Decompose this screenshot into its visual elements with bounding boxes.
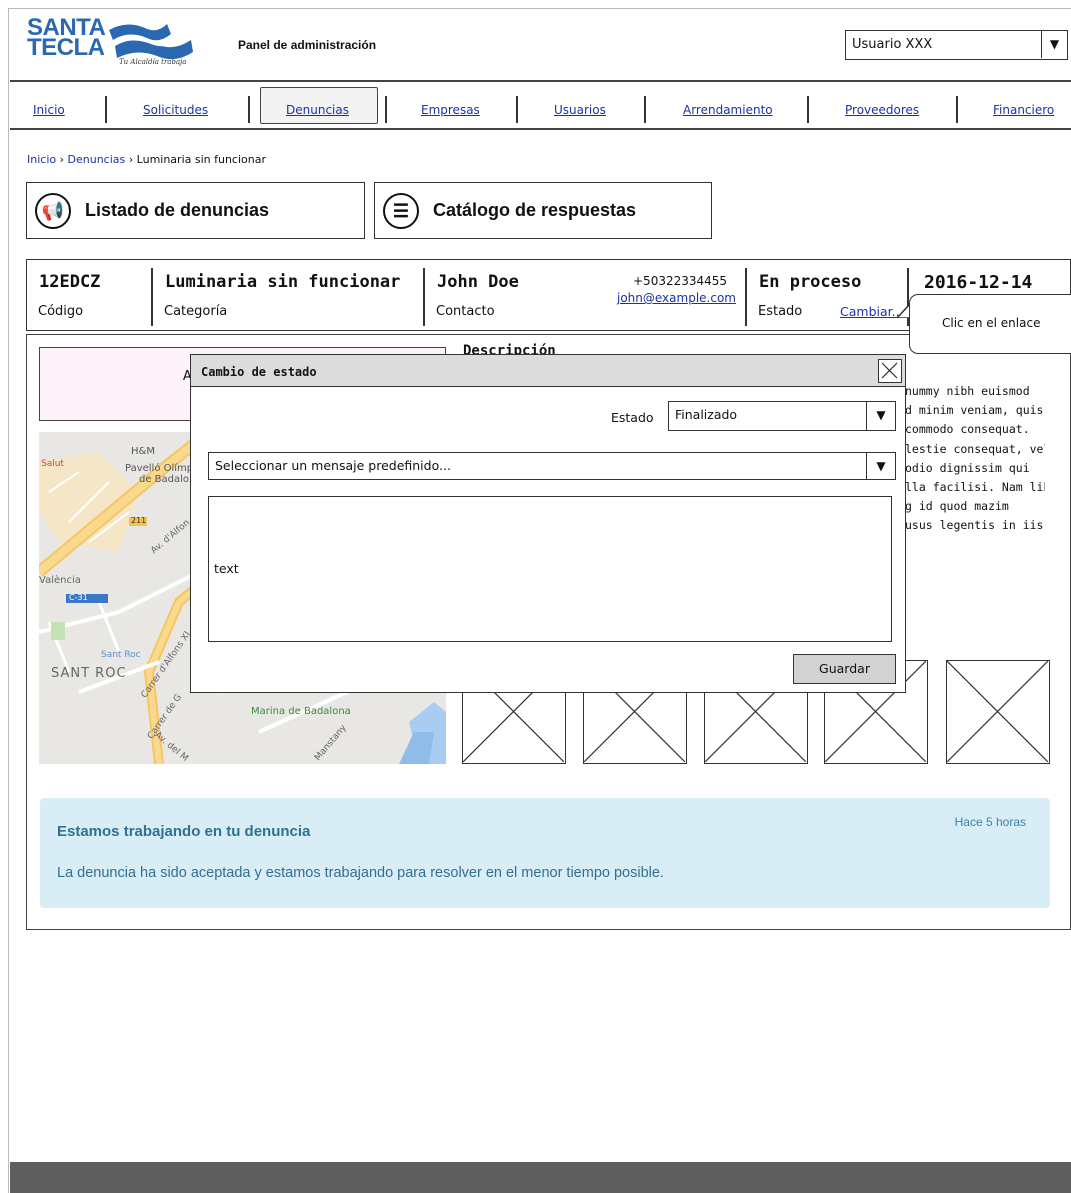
nav-divider — [10, 128, 1071, 130]
map-label-marina: Marina de Badalona — [251, 706, 351, 717]
category-label: Categoría — [164, 304, 228, 319]
summary-separator — [151, 268, 153, 326]
estado-select[interactable]: Finalizado ▼ — [668, 401, 896, 431]
status-update-alert: Estamos trabajando en tu denuncia Hace 5… — [40, 798, 1050, 908]
estado-select-value: Finalizado — [675, 407, 738, 422]
flag-icon — [109, 24, 193, 60]
breadcrumb-inicio[interactable]: Inicio — [27, 153, 56, 166]
nav-usuarios[interactable]: Usuarios — [554, 103, 606, 117]
nav-separator — [644, 96, 646, 123]
logo-tagline: Tu Alcaldía trabaja — [119, 58, 187, 66]
response-catalog-label: Catálogo de respuestas — [433, 200, 637, 220]
user-select[interactable]: Usuario XXX ▼ — [845, 30, 1068, 60]
nav-denuncias[interactable]: Denuncias — [286, 103, 349, 117]
list-complaints-button[interactable]: 📢 Listado de denuncias — [26, 182, 365, 239]
close-icon[interactable] — [878, 359, 902, 383]
code-label: Código — [38, 304, 84, 319]
map-label-sant-roc: SANT ROC — [51, 666, 127, 681]
change-status-link[interactable]: Cambiar... — [840, 304, 904, 319]
tooltip-callout: Clic en el enlace — [909, 294, 1071, 354]
nav-empresas[interactable]: Empresas — [421, 103, 480, 117]
dropdown-arrow-icon: ▼ — [866, 402, 895, 430]
map-label-salut: Salut — [41, 459, 64, 469]
user-select-value: Usuario XXX — [852, 37, 933, 52]
nav-separator — [516, 96, 518, 123]
nav-separator — [385, 96, 387, 123]
description-text: nummy nibh euismod d minim veniam, quis … — [905, 384, 1045, 533]
map-label-c31: C-31 — [69, 593, 88, 602]
nav-solicitudes[interactable]: Solicitudes — [143, 103, 208, 117]
breadcrumb: Inicio › Denuncias › Luminaria sin funci… — [27, 153, 266, 166]
message-text: text — [214, 561, 239, 576]
map-label-valencia: València — [39, 575, 81, 586]
nav-separator — [807, 96, 809, 123]
dropdown-arrow-icon: ▼ — [1041, 31, 1067, 58]
nav-proveedores[interactable]: Proveedores — [845, 103, 919, 117]
contact-phone: +50322334455 — [633, 274, 728, 288]
footer-bar — [10, 1162, 1071, 1193]
breadcrumb-separator: › — [59, 153, 65, 166]
contact-label: Contacto — [436, 304, 495, 319]
alert-time: Hace 5 horas — [954, 815, 1026, 829]
complaint-code: 12EDCZ — [39, 272, 101, 292]
map-label-211: 211 — [131, 516, 147, 525]
map-label-badalona: de Badalo — [139, 474, 190, 485]
dialog-title: Cambio de estado — [201, 365, 317, 379]
map-label-pavello: Pavelló Olímp — [125, 463, 194, 474]
response-catalog-button[interactable]: ☰ Catálogo de respuestas — [374, 182, 712, 239]
logo-wordmark: SANTA TECLA — [27, 14, 106, 61]
nav-separator — [248, 96, 250, 123]
photo-thumbnail[interactable] — [946, 660, 1050, 764]
tooltip-text: Clic en el enlace — [942, 316, 1041, 330]
santa-tecla-logo[interactable]: SANTA TECLA Tu Alcaldía trabaja — [27, 14, 197, 76]
nav-separator — [956, 96, 958, 123]
nav-separator — [105, 96, 107, 123]
save-button[interactable]: Guardar — [793, 654, 896, 684]
change-status-dialog: Cambio de estado Estado Finalizado ▼ Sel… — [190, 354, 906, 693]
nav-inicio[interactable]: Inicio — [33, 103, 65, 117]
complaint-category: Luminaria sin funcionar — [165, 272, 401, 292]
breadcrumb-current: Luminaria sin funcionar — [136, 153, 267, 166]
status-label: Estado — [758, 304, 803, 319]
contact-name: John Doe — [437, 272, 519, 292]
panel-title: Panel de administración — [238, 38, 377, 52]
summary-separator — [745, 268, 747, 326]
nav-arrendamiento[interactable]: Arrendamiento — [683, 103, 773, 117]
nav-financiero[interactable]: Financiero — [993, 103, 1054, 117]
message-textarea[interactable]: text — [208, 496, 892, 642]
contact-email[interactable]: john@example.com — [617, 291, 736, 305]
estado-label: Estado — [611, 410, 654, 425]
breadcrumb-denuncias[interactable]: Denuncias — [68, 153, 126, 166]
summary-separator — [423, 268, 425, 326]
predefined-message-select[interactable]: Seleccionar un mensaje predefinido... ▼ — [208, 452, 896, 480]
dialog-header: Cambio de estado — [191, 355, 905, 387]
alert-message: La denuncia ha sido aceptada y estamos t… — [57, 865, 664, 881]
list-complaints-label: Listado de denuncias — [85, 200, 270, 220]
predefined-message-value: Seleccionar un mensaje predefinido... — [215, 458, 451, 473]
map-label-sant-roc-small: Sant Roc — [101, 650, 141, 660]
breadcrumb-separator: › — [128, 153, 134, 166]
complaint-date: 2016-12-14 — [924, 272, 1033, 293]
alert-title: Estamos trabajando en tu denuncia — [57, 823, 311, 840]
map-label-hm: H&M — [131, 446, 155, 457]
complaint-status: En proceso — [759, 272, 862, 292]
list-icon: ☰ — [383, 193, 419, 229]
dropdown-arrow-icon: ▼ — [866, 453, 895, 479]
header-divider — [10, 80, 1071, 82]
megaphone-icon: 📢 — [35, 193, 71, 229]
